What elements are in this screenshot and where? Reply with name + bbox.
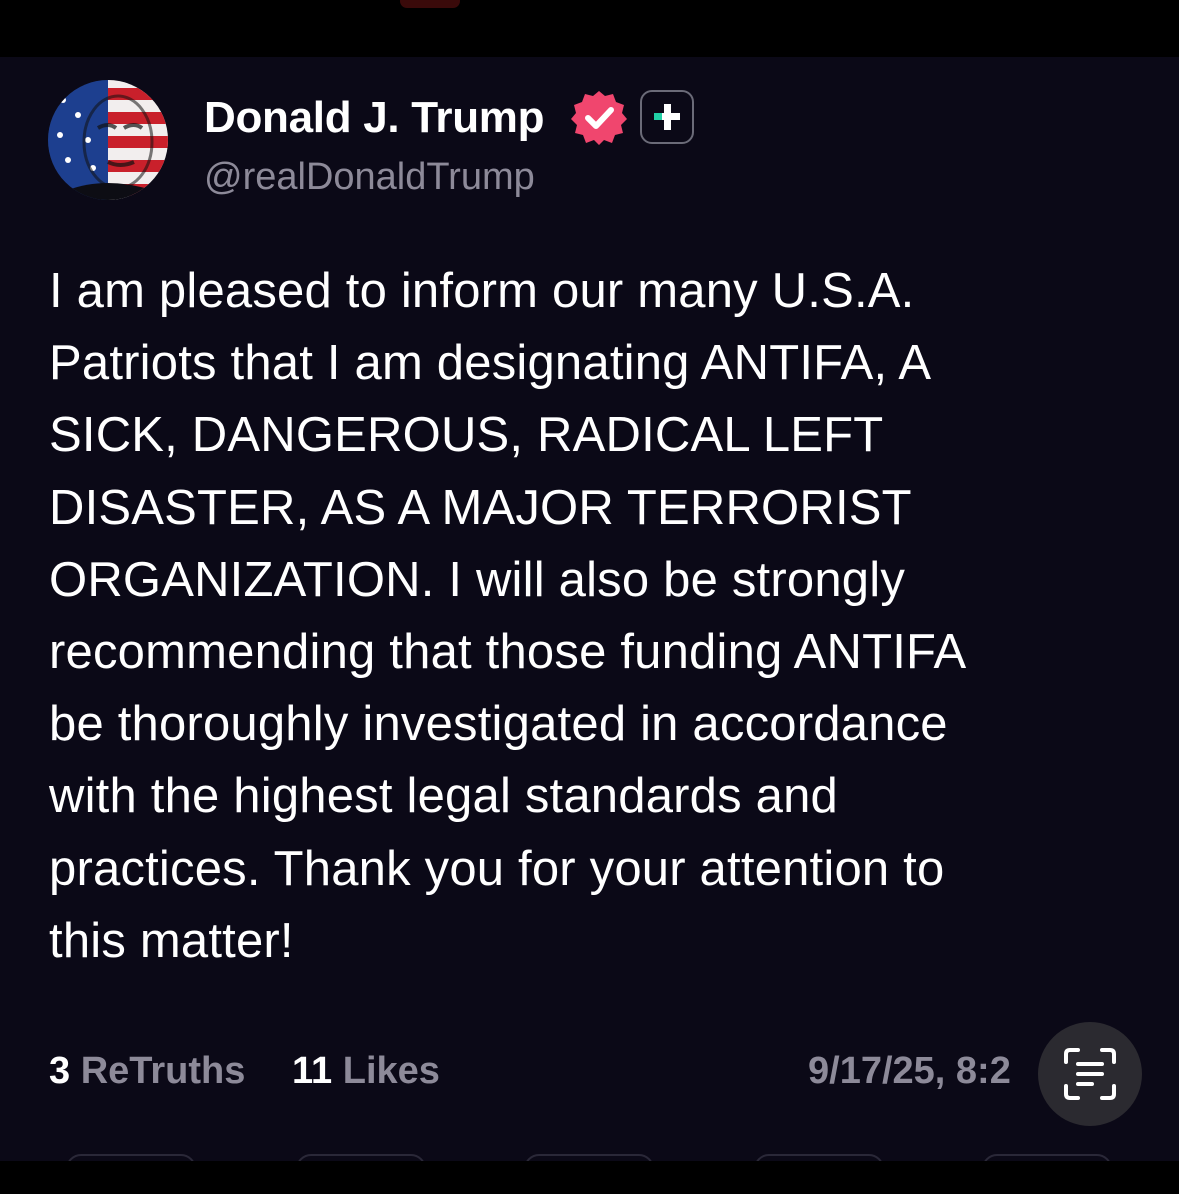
action-bar <box>0 1148 1179 1161</box>
post-text-line: SICK, DANGEROUS, RADICAL LEFT <box>49 408 884 463</box>
post-body: I am pleased to inform our many U.S.A. P… <box>49 255 1124 977</box>
text-scan-button[interactable] <box>1038 1022 1142 1126</box>
likes-stat[interactable]: 11 Likes <box>292 1046 440 1096</box>
retruths-stat[interactable]: 3 ReTruths <box>49 1046 245 1096</box>
like-button[interactable] <box>524 1154 654 1161</box>
retruth-button[interactable] <box>296 1154 426 1161</box>
avatar[interactable] <box>48 80 168 200</box>
author-handle[interactable]: @realDonaldTrump <box>204 154 535 200</box>
post-timestamp: 9/17/25, 8:2 <box>808 1050 1011 1092</box>
bottom-bar <box>0 1161 1179 1194</box>
post-text-line: be thoroughly investigated in accordance <box>49 697 948 752</box>
post-text-line: ORGANIZATION. I will also be strongly <box>49 552 906 607</box>
post-text-line: this matter! <box>49 913 294 968</box>
retruths-count: 3 <box>49 1050 71 1092</box>
status-bar <box>0 0 1179 57</box>
post-text-line: Patriots that I am designating ANTIFA, A <box>49 336 932 391</box>
avatar-image <box>48 80 168 200</box>
post-text-line: with the highest legal standards and <box>49 769 838 824</box>
post-stats: 3 ReTruths 11 Likes <box>0 1046 800 1096</box>
likes-label: Likes <box>342 1050 440 1092</box>
retruths-label: ReTruths <box>80 1050 246 1092</box>
status-indicator <box>400 0 460 8</box>
more-button[interactable] <box>982 1154 1112 1161</box>
author-name[interactable]: Donald J. Trump <box>204 92 545 144</box>
likes-count: 11 <box>292 1050 333 1092</box>
post-text-line: I am pleased to inform our many U.S.A. <box>49 264 915 318</box>
text-scan-icon <box>1064 1048 1116 1100</box>
reply-button[interactable] <box>66 1154 196 1161</box>
verified-badge-icon <box>570 88 628 146</box>
share-button[interactable] <box>754 1154 884 1161</box>
post-text-line: practices. Thank you for your attention … <box>49 841 945 896</box>
post-text-line: DISASTER, AS A MAJOR TERRORIST <box>49 480 912 535</box>
post-text-line: recommending that those funding ANTIFA <box>49 625 967 680</box>
truth-plus-icon <box>640 90 694 144</box>
